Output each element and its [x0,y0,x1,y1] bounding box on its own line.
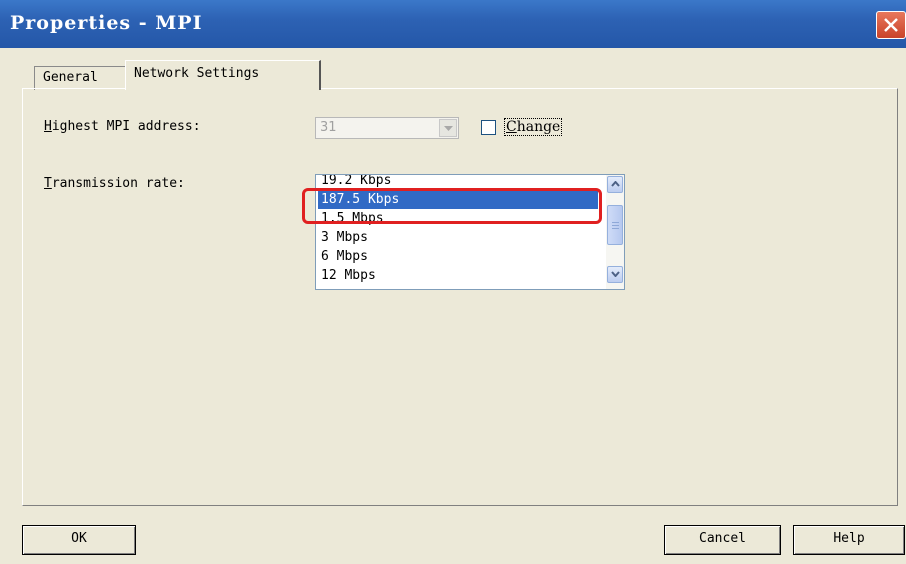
tab-general[interactable]: General [34,66,126,90]
highest-address-label: Highest MPI address: [44,119,201,134]
window-title: Properties - MPI [10,12,203,34]
change-checkbox[interactable] [481,120,496,135]
list-item[interactable]: 12 Mbps [318,266,598,285]
change-label-text: hange [516,119,561,135]
list-item[interactable]: 3 Mbps [318,228,598,247]
scroll-down-button[interactable] [607,266,623,283]
properties-dialog: Properties - MPI General Network Setting… [0,0,906,564]
change-mnemonic: C [506,119,517,135]
chevron-down-icon [611,271,620,277]
scrollbar[interactable] [606,175,624,289]
annotation-highlight-box [302,188,602,224]
scroll-thumb[interactable] [607,205,623,245]
tab-network-settings[interactable]: Network Settings [125,60,321,90]
highest-address-select[interactable]: 31 [315,117,459,139]
help-button[interactable]: Help [793,525,905,555]
chevron-up-icon [611,181,620,187]
close-button[interactable] [876,11,906,39]
highest-address-label-text: ighest MPI address: [51,119,201,134]
list-item[interactable]: 6 Mbps [318,247,598,266]
highest-address-mnemonic: H [44,119,52,134]
change-checkbox-label[interactable]: Change [504,118,563,136]
scroll-up-button[interactable] [607,176,623,193]
tab-panel [22,88,898,506]
transmission-rate-label: Transmission rate: [44,176,185,191]
dropdown-button[interactable] [439,119,457,137]
transmission-rate-label-text: ransmission rate: [51,176,185,191]
cancel-button[interactable]: Cancel [664,525,781,555]
highest-address-value: 31 [320,120,337,135]
ok-button[interactable]: OK [22,525,136,555]
chevron-down-icon [444,126,453,131]
title-bar[interactable]: Properties - MPI [0,0,906,48]
transmission-rate-mnemonic: T [44,176,52,191]
close-icon [884,18,898,32]
